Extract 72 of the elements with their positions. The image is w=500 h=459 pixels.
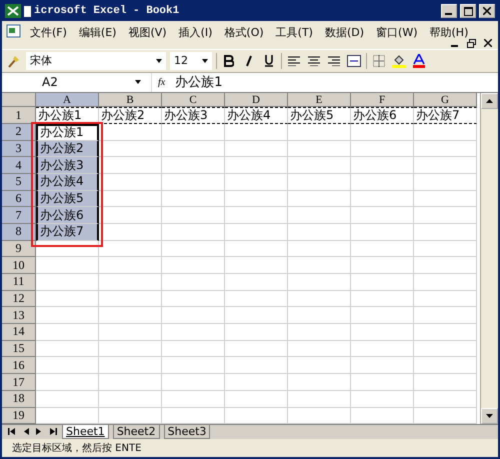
row-header[interactable]: 1: [2, 107, 36, 124]
menu-item[interactable]: 编辑(E): [74, 22, 120, 42]
menu-item[interactable]: 视图(V): [124, 22, 171, 42]
table-cell: 办公族2: [99, 107, 162, 124]
scroll-down-button[interactable]: [481, 408, 498, 424]
cursor-block-icon: [24, 6, 31, 17]
menu-item[interactable]: 工具(T): [272, 22, 317, 42]
up-arrow-icon[interactable]: [486, 99, 493, 104]
worksheet-icon: [6, 22, 22, 39]
close-icon[interactable]: [484, 39, 492, 48]
row-header[interactable]: 12: [2, 290, 36, 308]
table-cell: 办公族2: [36, 140, 99, 158]
table-cell: 办公族4: [36, 174, 99, 191]
sheet-tab[interactable]: Sheet1: [62, 425, 109, 440]
sheet-tab[interactable]: Sheet2: [112, 425, 160, 440]
dropdown-icon: [156, 58, 162, 63]
column-header[interactable]: E: [288, 93, 351, 108]
row-header[interactable]: 4: [2, 157, 36, 174]
window-title: icrosoft Excel - Book1: [34, 5, 180, 18]
row-header[interactable]: 14: [2, 324, 36, 341]
menu-item[interactable]: 帮助(H): [426, 22, 472, 42]
function-label[interactable]: fx: [158, 76, 166, 88]
table-cell: 办公族1: [36, 124, 99, 141]
close-button[interactable]: [479, 4, 495, 18]
status-text: 选定目标区域，然后按 ENTE: [11, 442, 142, 456]
table-cell: 办公族5: [36, 190, 99, 208]
last-sheet-icon[interactable]: [48, 428, 58, 437]
table-cell: 办公族7: [414, 107, 477, 124]
row-header[interactable]: 10: [2, 257, 36, 274]
dropdown-icon: [202, 58, 208, 63]
row-header[interactable]: 15: [2, 340, 36, 358]
font-field[interactable]: 宋体: [26, 52, 166, 70]
column-header[interactable]: F: [351, 93, 414, 108]
minimize-button[interactable]: [441, 4, 457, 18]
menu-item[interactable]: 数据(D): [320, 22, 368, 42]
table-cell: 办公族4: [225, 107, 288, 124]
menu-item[interactable]: 插入(I): [174, 22, 216, 42]
down-arrow-icon[interactable]: [486, 414, 493, 418]
close-icon: [483, 7, 491, 16]
sheet-tab[interactable]: Sheet3: [164, 425, 210, 440]
column-header[interactable]: D: [225, 93, 288, 108]
restore-icon[interactable]: [467, 39, 476, 48]
row-header[interactable]: 7: [2, 207, 36, 224]
formula-field[interactable]: 办公族1: [175, 73, 498, 92]
row-header[interactable]: 19: [2, 408, 36, 424]
row-header[interactable]: 18: [2, 390, 36, 408]
row-header[interactable]: 17: [2, 374, 36, 391]
table-cell: 办公族6: [351, 107, 414, 124]
column-header[interactable]: A: [36, 93, 99, 108]
column-header[interactable]: G: [414, 93, 477, 108]
font-color-icon[interactable]: [411, 52, 427, 70]
maximize-button[interactable]: [460, 4, 476, 18]
table-cell: 办公族7: [36, 224, 99, 241]
table-cell: 办公族5: [288, 107, 351, 124]
column-header[interactable]: B: [99, 93, 162, 108]
table-cell: 办公族3: [162, 107, 225, 124]
row-header[interactable]: 16: [2, 357, 36, 374]
row-header[interactable]: 11: [2, 274, 36, 291]
maximize-icon: [464, 6, 472, 16]
first-sheet-icon[interactable]: [6, 428, 16, 437]
dropdown-icon: [135, 80, 141, 84]
column-header[interactable]: C: [162, 93, 225, 108]
table-cell: 办公族3: [36, 157, 99, 174]
row-header[interactable]: 9: [2, 240, 36, 258]
excel-icon: [5, 4, 21, 18]
scroll-up-button[interactable]: [481, 93, 498, 110]
menu-item[interactable]: 文件(F): [26, 22, 71, 42]
font-size-field[interactable]: 12: [170, 52, 212, 70]
table-cell: 办公族6: [36, 207, 99, 224]
menu-item[interactable]: 格式(O): [220, 22, 268, 42]
row-header[interactable]: 13: [2, 307, 36, 324]
menu-item[interactable]: 窗口(W): [372, 22, 422, 42]
